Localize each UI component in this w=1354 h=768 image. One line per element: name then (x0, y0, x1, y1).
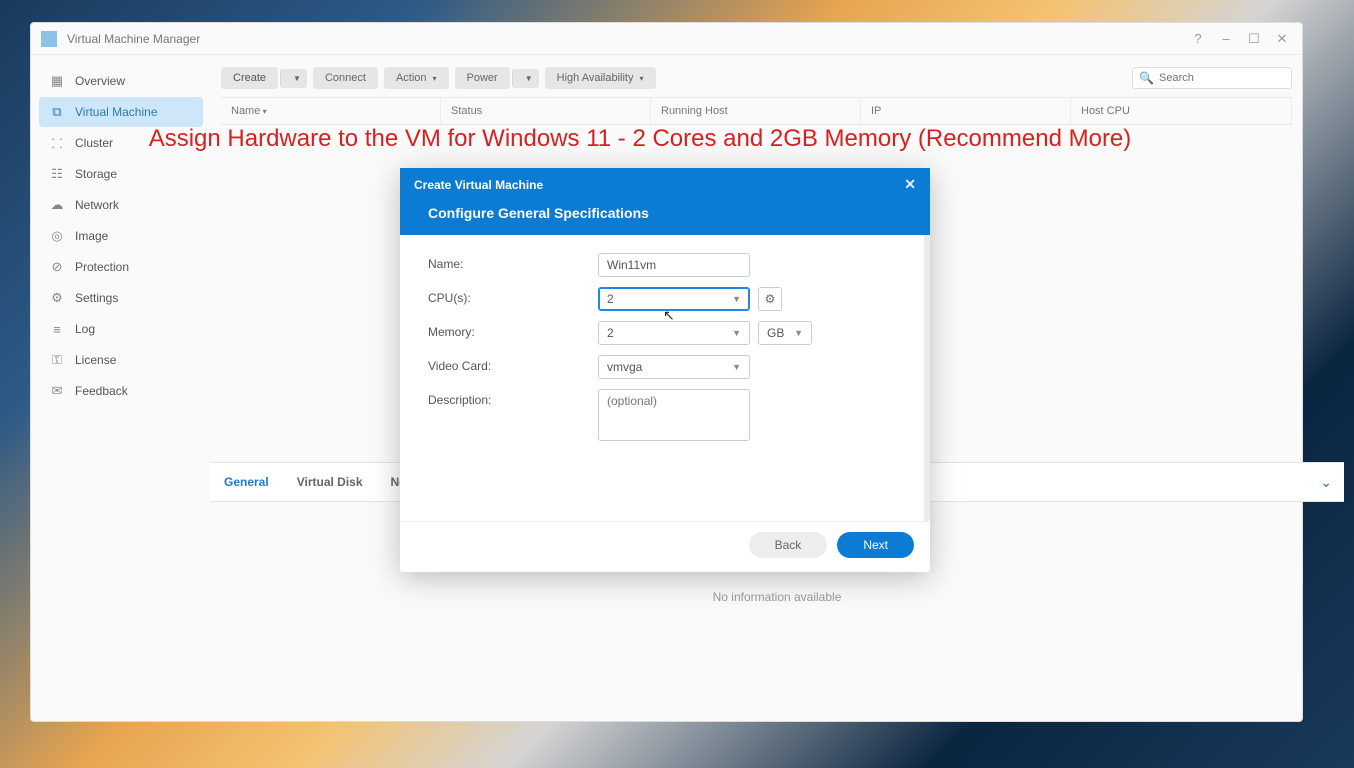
cpu-settings-button[interactable]: ⚙ (758, 287, 782, 311)
col-cpu[interactable]: Host CPU (1071, 98, 1292, 124)
close-window-icon[interactable]: ✕ (1272, 31, 1292, 47)
maximize-icon[interactable]: ☐ (1244, 31, 1264, 47)
back-button[interactable]: Back (749, 532, 828, 558)
memory-label: Memory: (428, 321, 598, 339)
sidebar-item-overview[interactable]: ▦ Overview (39, 66, 203, 96)
ha-button[interactable]: High Availability▾ (545, 67, 656, 89)
sidebar-item-license[interactable]: ⚿ License (39, 345, 203, 375)
toolbar: Create ▼ Connect Action▾ Power ▼ High Av… (221, 63, 1292, 97)
dialog-title: Create Virtual Machine ✕ (400, 168, 930, 201)
protection-icon: ⊘ (49, 259, 65, 275)
sidebar-item-label: Storage (75, 167, 117, 181)
dialog-close-icon[interactable]: ✕ (904, 176, 916, 193)
create-dropdown[interactable]: ▼ (280, 69, 307, 88)
video-select[interactable]: vmvga▼ (598, 355, 750, 379)
sidebar-item-label: Protection (75, 260, 129, 274)
sidebar-item-label: Network (75, 198, 119, 212)
settings-icon: ⚙ (49, 290, 65, 306)
sidebar-item-label: Log (75, 322, 95, 336)
sidebar-item-network[interactable]: ☁ Network (39, 190, 203, 220)
license-icon: ⚿ (49, 352, 65, 368)
titlebar: Virtual Machine Manager ? – ☐ ✕ (31, 23, 1302, 55)
action-button[interactable]: Action▾ (384, 67, 449, 89)
minimize-icon[interactable]: – (1216, 31, 1236, 46)
description-label: Description: (428, 389, 598, 407)
create-vm-dialog: Create Virtual Machine ✕ Configure Gener… (400, 168, 930, 572)
sidebar: ▦Overview⧉Virtual Machine⸬Cluster☷Storag… (31, 55, 211, 721)
network-icon: ☁ (49, 197, 65, 213)
memory-select[interactable]: 2▼ (598, 321, 750, 345)
app-title: Virtual Machine Manager (67, 32, 1180, 46)
sidebar-item-label: Overview (75, 74, 125, 88)
power-button[interactable]: Power (455, 67, 510, 89)
col-status[interactable]: Status (441, 98, 651, 124)
app-icon (41, 31, 57, 47)
sidebar-item-label: Virtual Machine (75, 105, 158, 119)
sidebar-item-settings[interactable]: ⚙ Settings (39, 283, 203, 313)
virtual-machine-icon: ⧉ (49, 104, 65, 120)
image-icon: ◎ (49, 228, 65, 244)
sidebar-item-virtual-machine[interactable]: ⧉ Virtual Machine (39, 97, 203, 127)
annotation-text: Assign Hardware to the VM for Windows 11… (100, 125, 1180, 153)
power-dropdown[interactable]: ▼ (512, 69, 539, 88)
tab-virtual-disk[interactable]: Virtual Disk (283, 475, 377, 489)
storage-icon: ☷ (49, 166, 65, 182)
dialog-subtitle: Configure General Specifications (400, 201, 930, 235)
cpu-label: CPU(s): (428, 287, 598, 305)
log-icon: ≡ (49, 321, 65, 337)
memory-unit-select[interactable]: GB▼ (758, 321, 812, 345)
name-input[interactable] (598, 253, 750, 277)
sidebar-item-protection[interactable]: ⊘ Protection (39, 252, 203, 282)
sidebar-item-image[interactable]: ◎ Image (39, 221, 203, 251)
panel-collapse-icon[interactable]: ⌄ (1320, 474, 1332, 491)
col-name[interactable]: Name (221, 98, 441, 124)
connect-button[interactable]: Connect (313, 67, 378, 89)
sidebar-item-log[interactable]: ≡ Log (39, 314, 203, 344)
sidebar-item-label: License (75, 353, 116, 367)
search-icon: 🔍 (1139, 71, 1154, 85)
description-input[interactable] (598, 389, 750, 441)
sidebar-item-label: Image (75, 229, 108, 243)
name-label: Name: (428, 253, 598, 271)
sidebar-item-label: Feedback (75, 384, 128, 398)
video-label: Video Card: (428, 355, 598, 373)
feedback-icon: ✉ (49, 383, 65, 399)
sidebar-item-label: Settings (75, 291, 118, 305)
col-host[interactable]: Running Host (651, 98, 861, 124)
sidebar-item-storage[interactable]: ☷ Storage (39, 159, 203, 189)
overview-icon: ▦ (49, 73, 65, 89)
cpu-select[interactable]: 2▼ (598, 287, 750, 311)
sidebar-item-feedback[interactable]: ✉ Feedback (39, 376, 203, 406)
next-button[interactable]: Next (837, 532, 914, 558)
gear-icon: ⚙ (765, 292, 776, 306)
col-ip[interactable]: IP (861, 98, 1071, 124)
help-icon[interactable]: ? (1188, 31, 1208, 46)
tab-general[interactable]: General (210, 475, 283, 489)
no-info-text: No information available (210, 590, 1344, 604)
search-input[interactable] (1132, 67, 1292, 89)
cluster-icon: ⸬ (49, 135, 65, 151)
create-button[interactable]: Create (221, 67, 278, 89)
table-header: Name Status Running Host IP Host CPU (221, 97, 1292, 125)
